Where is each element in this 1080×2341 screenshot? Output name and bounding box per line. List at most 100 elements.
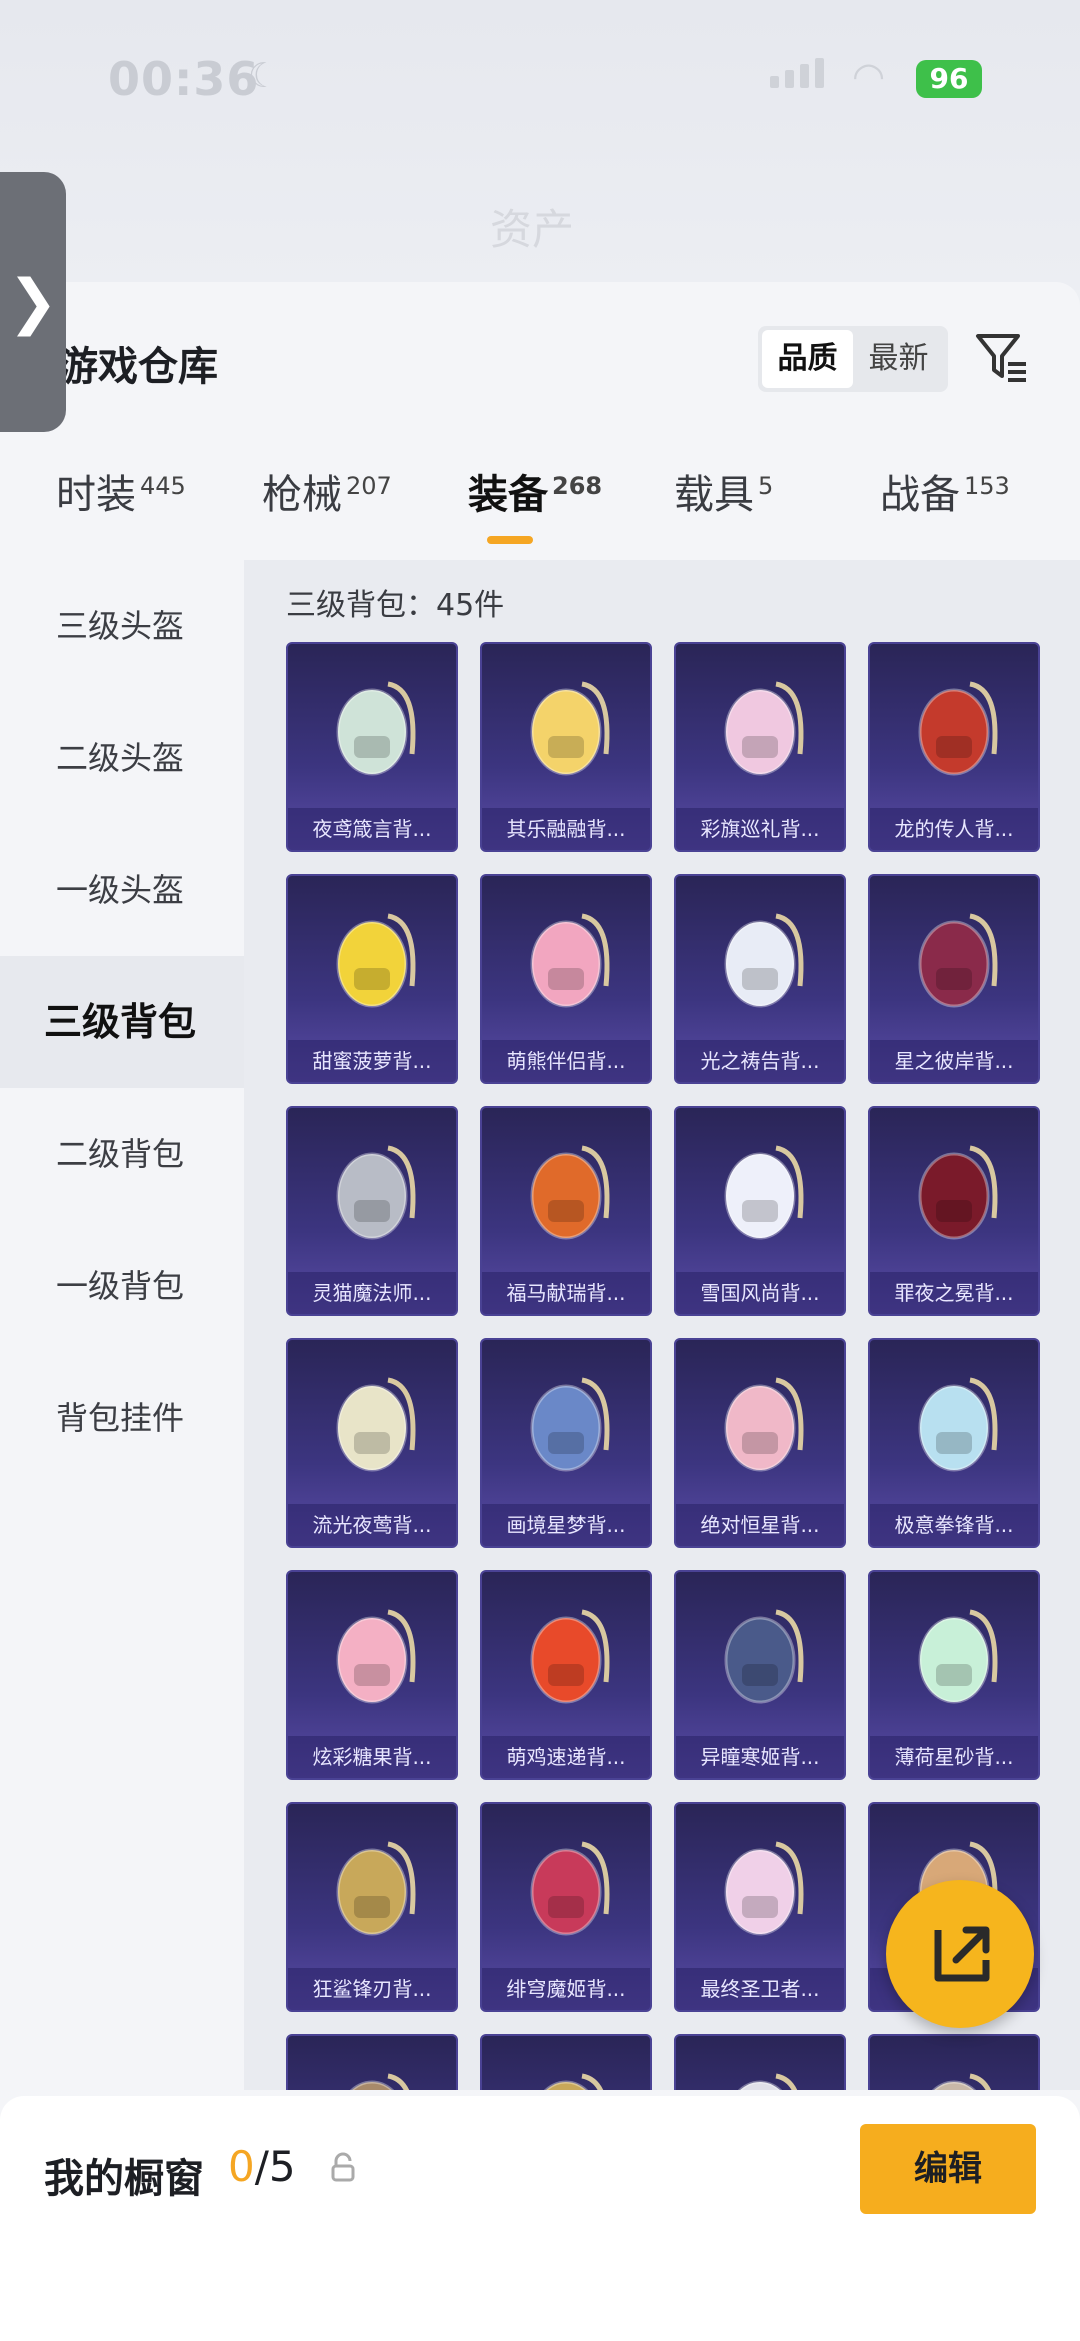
backpack-icon [737, 2073, 798, 2090]
tab-equipment[interactable]: 装备 268 [468, 462, 602, 520]
item-card[interactable]: 罪夜之冕背... [868, 1106, 1040, 1316]
item-card[interactable]: 萌鸡速递背... [480, 1570, 652, 1780]
item-name: 星之彼岸背... [870, 1040, 1038, 1082]
item-card[interactable]: 夜鸢箴言背... [286, 642, 458, 852]
edit-button[interactable]: 编辑 [860, 2124, 1036, 2214]
showcase-used: 0 [228, 2142, 255, 2191]
share-icon [934, 1926, 990, 1982]
backpack-icon [336, 1841, 416, 1936]
category-item[interactable]: 二级头盔 [0, 692, 244, 824]
backpack-icon [336, 913, 416, 1008]
item-card[interactable]: 光之祷告背... [674, 874, 846, 1084]
backpack-icon [543, 2073, 604, 2090]
backpack-icon [918, 681, 998, 776]
tab-count: 153 [964, 471, 1010, 500]
item-name: 极意拳锋背... [870, 1504, 1038, 1546]
sort-quality-button[interactable]: 品质 [762, 330, 853, 388]
active-tab-indicator [487, 536, 533, 544]
item-card[interactable] [480, 2034, 652, 2090]
backpack-icon [724, 681, 804, 776]
backpack-icon [336, 1377, 416, 1472]
item-name: 流光夜莺背... [288, 1504, 456, 1546]
sort-latest-button[interactable]: 最新 [853, 330, 944, 388]
tab-label: 装备 [468, 472, 548, 518]
item-card[interactable]: 龙的传人背... [868, 642, 1040, 852]
item-card[interactable] [674, 2034, 846, 2090]
showcase-total: /5 [254, 2142, 296, 2191]
backpack-icon [724, 1377, 804, 1472]
backpack-icon [931, 2073, 992, 2090]
showcase-label: 我的橱窗 [44, 2156, 204, 2202]
category-item[interactable]: 一级背包 [0, 1220, 244, 1352]
page-title: 资产 [490, 205, 575, 254]
item-grid-area: 三级背包：45件 夜鸢箴言背... 其乐融融背... 彩旗巡礼背... 龙的传人背..… [244, 560, 1080, 2090]
item-card[interactable]: 其乐融融背... [480, 642, 652, 852]
item-card[interactable]: 极意拳锋背... [868, 1338, 1040, 1548]
item-name: 薄荷星砂背... [870, 1736, 1038, 1778]
tab-fashion[interactable]: 时装 445 [56, 462, 186, 520]
item-card[interactable]: 灵猫魔法师... [286, 1106, 458, 1316]
tab-count: 207 [346, 471, 392, 500]
category-item[interactable]: 背包挂件 [0, 1352, 244, 1484]
backpack-icon [724, 913, 804, 1008]
sort-toggle: 品质 最新 [758, 326, 948, 392]
category-item[interactable]: 二级背包 [0, 1088, 244, 1220]
item-name: 萌鸡速递背... [482, 1736, 650, 1778]
signal-icon [770, 58, 824, 88]
item-card[interactable]: 甜蜜菠萝背... [286, 874, 458, 1084]
chevron-right-icon: ❯ [7, 267, 59, 337]
item-card[interactable]: 异瞳寒姬背... [674, 1570, 846, 1780]
item-card[interactable]: 绯穹魔姬背... [480, 1802, 652, 2012]
item-name: 最终圣卫者... [676, 1968, 844, 2010]
item-name: 炫彩糖果背... [288, 1736, 456, 1778]
moon-icon: ☾ [248, 56, 279, 96]
item-card[interactable]: 炫彩糖果背... [286, 1570, 458, 1780]
item-card[interactable] [286, 2034, 458, 2090]
category-item-active[interactable]: 三级背包 [0, 956, 244, 1088]
item-name: 狂鲨锋刃背... [288, 1968, 456, 2010]
category-item[interactable]: 三级头盔 [0, 560, 244, 692]
item-card[interactable]: 福马献瑞背... [480, 1106, 652, 1316]
backpack-icon [530, 1841, 610, 1936]
backpack-icon [530, 1609, 610, 1704]
tab-weapons[interactable]: 枪械 207 [262, 462, 392, 520]
item-card[interactable]: 狂鲨锋刃背... [286, 1802, 458, 2012]
filter-icon[interactable] [972, 328, 1032, 388]
backpack-icon [530, 913, 610, 1008]
tab-vehicles[interactable]: 载具 5 [674, 462, 773, 520]
tab-count: 268 [552, 471, 603, 500]
item-card[interactable]: 绝对恒星背... [674, 1338, 846, 1548]
item-name: 绝对恒星背... [676, 1504, 844, 1546]
item-name: 彩旗巡礼背... [676, 808, 844, 850]
category-list: 三级头盔 二级头盔 一级头盔 三级背包 二级背包 一级背包 背包挂件 [0, 560, 244, 2060]
side-drawer-toggle[interactable]: ❯ [0, 172, 66, 432]
item-card[interactable]: 萌熊伴侣背... [480, 874, 652, 1084]
item-name: 龙的传人背... [870, 808, 1038, 850]
item-name: 异瞳寒姬背... [676, 1736, 844, 1778]
tab-label: 枪械 [262, 472, 342, 518]
status-time: 00:36 [108, 52, 260, 106]
item-card[interactable]: 雪国风尚背... [674, 1106, 846, 1316]
backpack-icon [349, 2073, 410, 2090]
backpack-icon [530, 681, 610, 776]
item-name: 绯穹魔姬背... [482, 1968, 650, 2010]
grid-count-label: 三级背包：45件 [286, 588, 505, 623]
item-card[interactable] [868, 2034, 1040, 2090]
panel-title: 游戏仓库 [58, 344, 218, 390]
backpack-icon [336, 1145, 416, 1240]
tab-supplies[interactable]: 战备 153 [880, 462, 1010, 520]
share-button[interactable] [886, 1880, 1034, 2028]
item-name: 光之祷告背... [676, 1040, 844, 1082]
tab-label: 时装 [56, 472, 136, 518]
item-card[interactable]: 最终圣卫者... [674, 1802, 846, 2012]
item-card[interactable]: 薄荷星砂背... [868, 1570, 1040, 1780]
item-card[interactable]: 流光夜莺背... [286, 1338, 458, 1548]
category-item[interactable]: 一级头盔 [0, 824, 244, 956]
item-card[interactable]: 星之彼岸背... [868, 874, 1040, 1084]
item-card[interactable]: 画境星梦背... [480, 1338, 652, 1548]
item-name: 其乐融融背... [482, 808, 650, 850]
warehouse-panel: 游戏仓库 品质 最新 时装 445 枪械 207 装备 268 载具 5 战备 153 三… [0, 282, 1080, 2341]
item-name: 甜蜜菠萝背... [288, 1040, 456, 1082]
item-card[interactable]: 彩旗巡礼背... [674, 642, 846, 852]
item-name: 夜鸢箴言背... [288, 808, 456, 850]
